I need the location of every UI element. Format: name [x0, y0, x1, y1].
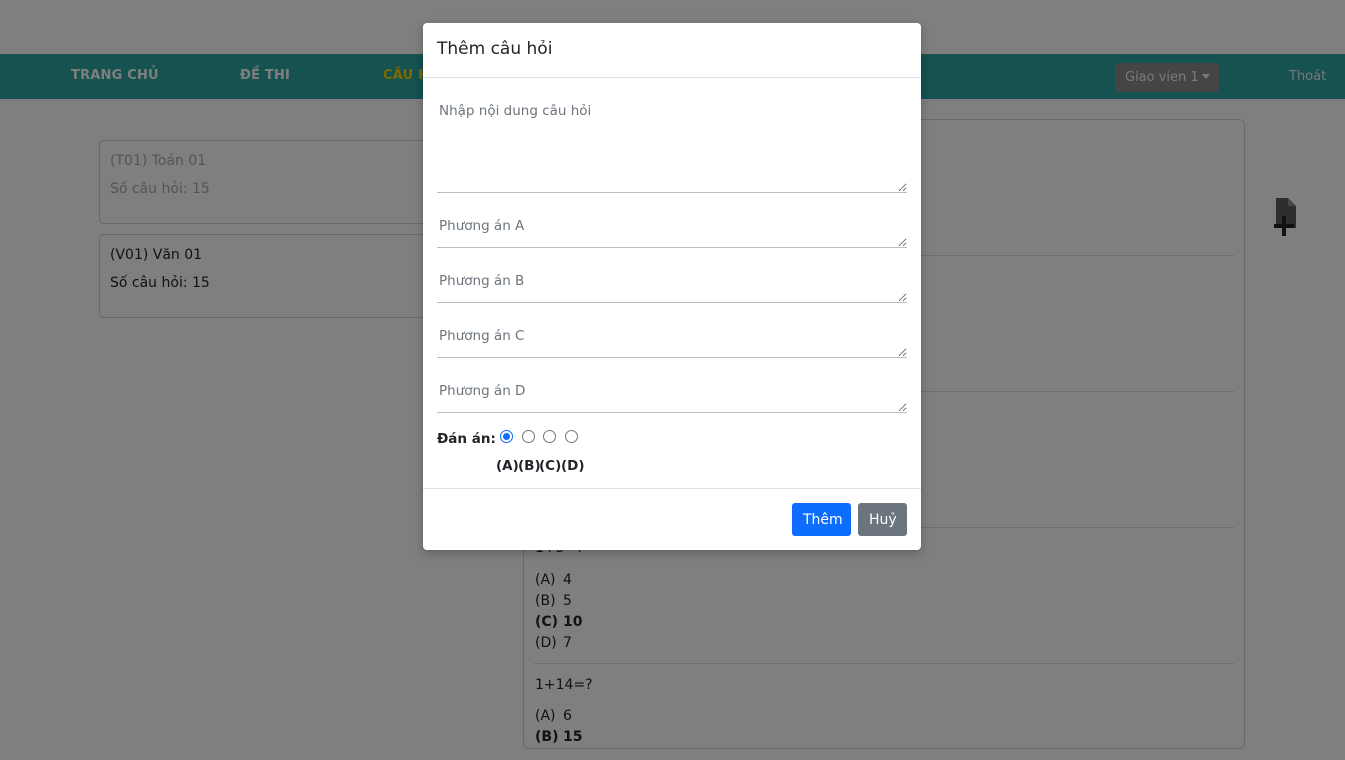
add-button[interactable]: Thêm: [792, 503, 851, 536]
modal-title: Thêm câu hỏi: [437, 39, 553, 59]
modal-body: Đán án: (A) (B) (C) (D): [423, 78, 921, 488]
cancel-button[interactable]: Huỷ: [858, 503, 907, 536]
option-b-input[interactable]: [437, 264, 907, 303]
answer-radio-b[interactable]: [522, 430, 535, 443]
answer-choice-label: (D): [561, 458, 585, 474]
answer-radio-c[interactable]: [543, 430, 556, 443]
answer-label: Đán án:: [437, 431, 496, 447]
option-a-input[interactable]: [437, 209, 907, 248]
option-c-input[interactable]: [437, 319, 907, 358]
modal-footer: Thêm Huỷ: [423, 488, 921, 550]
option-d-input[interactable]: [437, 374, 907, 413]
add-question-modal: Thêm câu hỏi Đán án: (A) (B) (C) (D) Thê…: [423, 23, 921, 550]
answer-radio-d[interactable]: [565, 430, 578, 443]
answer-choice-label: (C): [539, 458, 562, 474]
answer-choice-label: (A): [496, 458, 519, 474]
modal-header: Thêm câu hỏi: [423, 23, 921, 78]
answer-choice-label: (B): [518, 458, 541, 474]
answer-radio-a[interactable]: [500, 430, 513, 443]
question-content-input[interactable]: [437, 94, 907, 193]
